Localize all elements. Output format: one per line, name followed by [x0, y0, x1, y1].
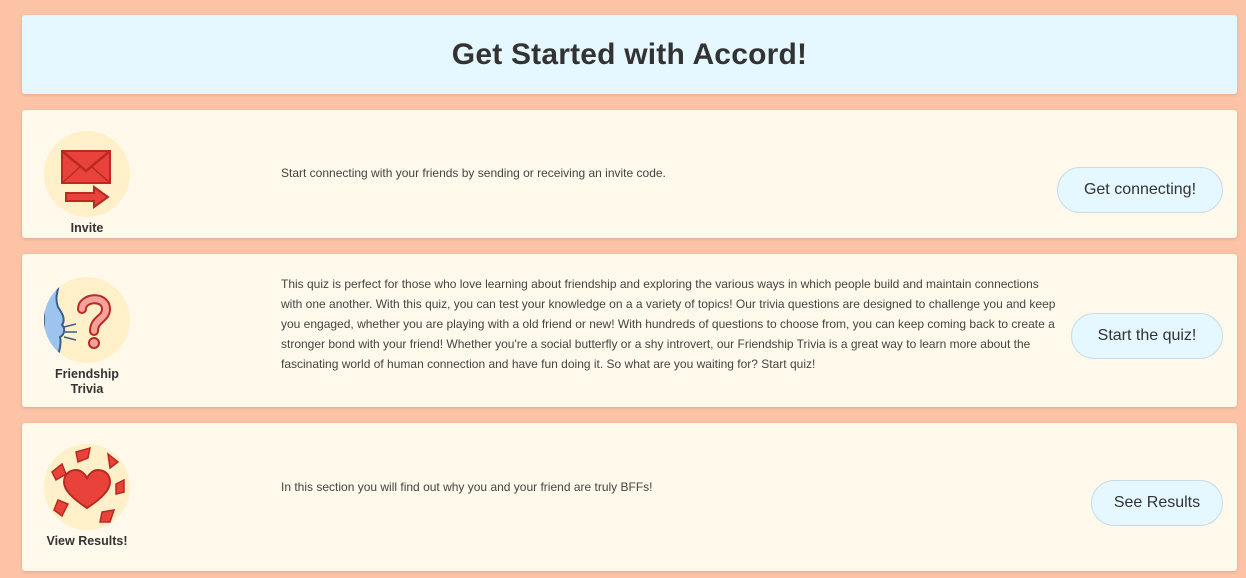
get-connecting-button[interactable]: Get connecting! [1057, 167, 1223, 213]
see-results-button[interactable]: See Results [1091, 480, 1223, 526]
invite-description: Start connecting with your friends by se… [281, 166, 666, 180]
face-question-icon [44, 277, 112, 363]
envelope-arrow-icon [61, 150, 111, 209]
trivia-label: Friendship Trivia [55, 367, 119, 396]
results-card: View Results! In this section you will f… [22, 423, 1237, 571]
start-quiz-button[interactable]: Start the quiz! [1071, 313, 1223, 359]
page-header: Get Started with Accord! [22, 15, 1237, 94]
heart-burst-icon [51, 446, 125, 523]
results-label: View Results! [46, 534, 128, 548]
trivia-description: This quiz is perfect for those who love … [281, 277, 1056, 371]
invite-label: Invite [70, 221, 104, 235]
page-title: Get Started with Accord! [451, 37, 808, 71]
results-icon-group: View Results! [44, 444, 130, 549]
trivia-icon-group: Friendship Trivia [44, 277, 130, 397]
invite-icon-group: Invite [44, 131, 130, 236]
invite-card: Invite Start connecting with your friend… [22, 110, 1237, 238]
trivia-card: Friendship Trivia This quiz is perfect f… [22, 254, 1237, 407]
results-description: In this section you will find out why yo… [281, 480, 653, 494]
